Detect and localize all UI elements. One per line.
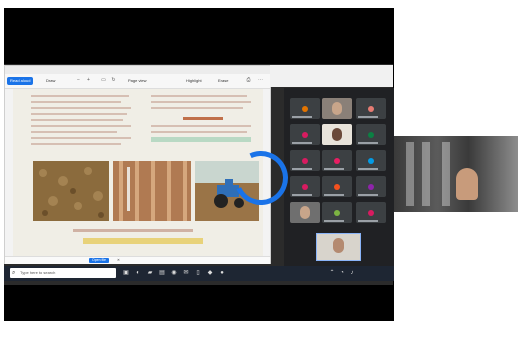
mail-icon[interactable]: ✉: [182, 269, 190, 277]
app-icon[interactable]: ●: [218, 269, 226, 277]
participant-tile[interactable]: [356, 150, 386, 171]
store-icon[interactable]: ▤: [158, 269, 166, 277]
participant-tile[interactable]: [356, 124, 386, 145]
participant-tile[interactable]: [290, 124, 320, 145]
remote-person: [456, 168, 478, 200]
tray-chevron-icon[interactable]: ⌃: [328, 269, 336, 277]
participant-tile[interactable]: [322, 202, 352, 223]
participant-tile[interactable]: [290, 202, 320, 223]
search-placeholder: Type here to search: [20, 270, 56, 275]
section-heading: [183, 117, 223, 120]
task-view-icon[interactable]: ▣: [122, 269, 130, 277]
participant-tile[interactable]: [322, 150, 352, 171]
ploughed-field-photo: [113, 161, 191, 221]
text-line: [31, 143, 121, 145]
pdf-viewer-window: Read aloud Draw − + ▭ ↻ Page view Highli…: [4, 65, 271, 264]
curtain-decoration: [422, 142, 430, 206]
meet-window-header: [270, 65, 393, 87]
participant-tile[interactable]: [290, 98, 320, 119]
text-line: [31, 113, 127, 115]
draw-button[interactable]: Draw: [43, 77, 58, 85]
close-icon[interactable]: ✕: [117, 258, 120, 263]
erase-button[interactable]: Erase: [215, 77, 231, 85]
text-line: [31, 137, 131, 139]
soil-photo: [33, 161, 109, 221]
participant-tile[interactable]: [322, 124, 352, 145]
highlight-button[interactable]: Highlight: [183, 77, 205, 85]
remote-participant-video: [394, 136, 518, 212]
page-view-button[interactable]: Page view: [125, 77, 149, 85]
curtain-decoration: [442, 142, 450, 206]
text-line: [151, 107, 243, 109]
open-file-button[interactable]: Open file: [89, 258, 110, 263]
read-aloud-button[interactable]: Read aloud: [7, 77, 34, 85]
participant-tile[interactable]: [290, 150, 320, 171]
pdf-icon[interactable]: ▯: [194, 269, 202, 277]
highlighted-caption: [83, 238, 203, 244]
edge-icon[interactable]: ◐: [134, 269, 142, 277]
rotate-icon[interactable]: ↻: [110, 77, 117, 84]
pdf-toolbar: Read aloud Draw − + ▭ ↻ Page view Highli…: [5, 74, 270, 89]
text-line: [151, 125, 251, 127]
more-icon[interactable]: ⋯: [257, 77, 264, 84]
text-line: [31, 131, 117, 133]
download-bar: Open file ✕: [5, 256, 270, 264]
figure-caption: [73, 229, 193, 232]
participant-tile[interactable]: [356, 98, 386, 119]
taskbar: ⌕ Type here to search ▣ ◐ ▰ ▤ ◉ ✉ ▯ ◆ ● …: [4, 266, 394, 281]
print-icon[interactable]: ⎙: [245, 77, 252, 84]
page-fit-icon[interactable]: ▭: [100, 77, 107, 84]
participant-tile[interactable]: [356, 202, 386, 223]
zoom-in-icon[interactable]: +: [85, 77, 92, 84]
participant-tile[interactable]: [322, 176, 352, 197]
text-line: [31, 107, 131, 109]
highlighted-text: [151, 137, 251, 142]
text-line: [151, 101, 251, 103]
text-line: [31, 95, 129, 97]
participant-tile[interactable]: [356, 176, 386, 197]
self-view-video[interactable]: [316, 233, 361, 261]
zoom-out-icon[interactable]: −: [75, 77, 82, 84]
text-line: [31, 125, 131, 127]
app-icon[interactable]: ◆: [206, 269, 214, 277]
participant-tile[interactable]: [322, 98, 352, 119]
folder-icon[interactable]: ▰: [146, 269, 154, 277]
curtain-decoration: [406, 142, 414, 206]
participant-tile[interactable]: [290, 176, 320, 197]
text-line: [151, 131, 247, 133]
chrome-icon[interactable]: ◉: [170, 269, 178, 277]
search-icon: ⌕: [12, 270, 16, 276]
text-line: [31, 119, 123, 121]
taskbar-search[interactable]: ⌕ Type here to search: [10, 268, 116, 278]
text-line: [31, 101, 121, 103]
self-view-face: [333, 238, 344, 253]
pdf-page: [13, 89, 263, 259]
window-titlebar: [5, 66, 270, 74]
wifi-icon[interactable]: ◔: [338, 269, 346, 277]
text-line: [151, 95, 247, 97]
volume-icon[interactable]: ♪: [348, 269, 356, 277]
